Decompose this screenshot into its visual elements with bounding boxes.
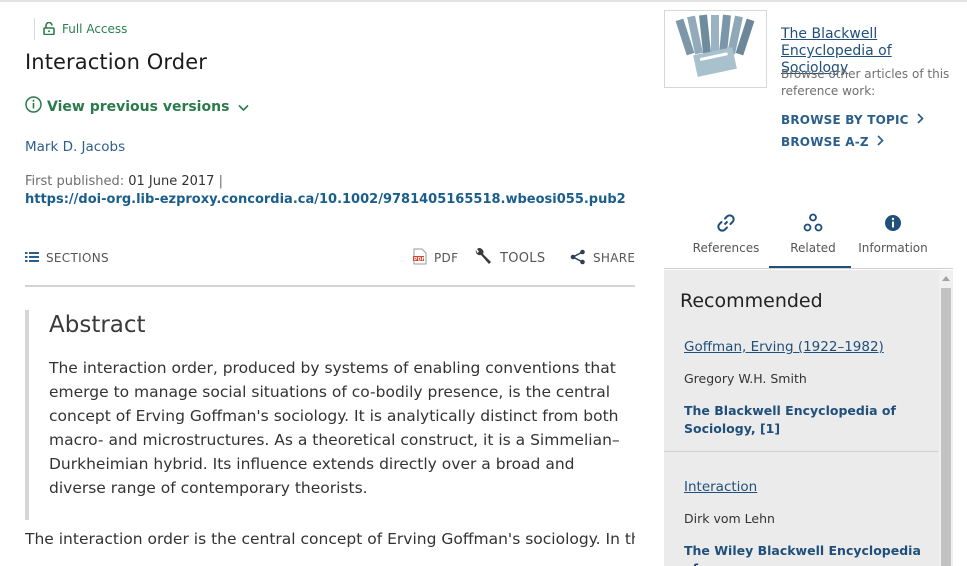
related-nodes-icon [768, 213, 858, 233]
book-cover-image[interactable] [664, 10, 767, 88]
first-published-label: First published: [25, 174, 125, 189]
first-published-date: 01 June 2017 [128, 174, 215, 189]
article-title: Interaction Order [25, 50, 207, 74]
recommended-author: Gregory W.H. Smith [684, 371, 807, 386]
sections-button[interactable]: SECTIONS [25, 246, 109, 270]
tab-information-label: Information [858, 241, 928, 255]
access-label: Full Access [62, 22, 128, 36]
info-icon [848, 213, 938, 233]
pdf-button[interactable]: PDF PDF [413, 246, 458, 270]
abstract-section: Abstract The interaction order, produced… [25, 310, 635, 520]
chevron-right-icon [909, 113, 924, 127]
tab-references[interactable]: References [681, 207, 771, 267]
view-previous-versions-button[interactable]: View previous versions [25, 96, 249, 117]
share-label: SHARE [593, 251, 636, 265]
versions-label: View previous versions [47, 98, 230, 115]
svg-text:PDF: PDF [414, 256, 425, 262]
abstract-body: The interaction order, produced by syste… [49, 359, 620, 497]
list-item: Goffman, Erving (1922–1982) Gregory W.H.… [684, 336, 924, 438]
recommended-title-link[interactable]: Interaction [684, 479, 757, 495]
article-body-text: The interaction order is the central con… [25, 530, 635, 548]
chevron-right-icon [869, 135, 884, 149]
info-icon [25, 96, 42, 117]
recommended-scrollbar[interactable] [939, 270, 953, 566]
pdf-label: PDF [434, 251, 459, 265]
separator: | [218, 174, 223, 189]
share-button[interactable]: SHARE [570, 246, 635, 270]
browse-by-topic-label: BROWSE BY TOPIC [781, 113, 909, 127]
recommended-divider [664, 451, 939, 452]
browse-a-z-label: BROWSE A-Z [781, 135, 869, 149]
link-icon [681, 213, 771, 233]
tabs-divider [664, 268, 953, 269]
browse-by-topic-link[interactable]: BROWSE BY TOPIC [781, 113, 924, 127]
tab-information[interactable]: Information [848, 207, 938, 267]
list-item: Interaction Dirk vom Lehn The Wiley Blac… [684, 476, 924, 566]
sidebar-tabs: References Related Information [664, 207, 953, 269]
list-icon [25, 251, 46, 266]
unlock-icon [43, 20, 55, 39]
access-badge: Full Access [34, 18, 127, 40]
top-border [0, 0, 967, 2]
toolbar-divider [25, 285, 635, 287]
article-toolbar: SECTIONS PDF PDF TOOLS SHARE [25, 246, 635, 270]
tab-related-label: Related [790, 241, 836, 255]
chevron-down-icon [229, 97, 249, 116]
author-link[interactable]: Mark D. Jacobs [25, 139, 125, 155]
recommended-source[interactable]: The Blackwell Encyclopedia of Sociology,… [684, 402, 924, 438]
scrollbar-thumb[interactable] [941, 288, 951, 566]
browse-a-z-link[interactable]: BROWSE A-Z [781, 135, 884, 149]
tab-related[interactable]: Related [768, 207, 858, 267]
wrench-icon [473, 247, 500, 269]
sections-label: SECTIONS [46, 251, 109, 265]
publication-info: First published: 01 June 2017 | [25, 174, 223, 189]
recommended-panel: Recommended Goffman, Erving (1922–1982) … [664, 270, 939, 566]
pdf-icon: PDF [413, 248, 434, 268]
tab-references-label: References [692, 241, 760, 255]
recommended-source[interactable]: The Wiley Blackwell Encyclopedia of [684, 542, 924, 566]
scroll-up-arrow-icon[interactable] [942, 276, 950, 281]
tools-button[interactable]: TOOLS [473, 246, 545, 270]
abstract-heading: Abstract [49, 312, 146, 338]
recommended-author: Dirk vom Lehn [684, 511, 775, 526]
reference-work-description: Browse other articles of this reference … [781, 67, 950, 98]
recommended-heading: Recommended [680, 290, 823, 312]
recommended-title-link[interactable]: Goffman, Erving (1922–1982) [684, 339, 884, 355]
share-icon [570, 249, 593, 268]
doi-link[interactable]: https://doi-org.lib-ezproxy.concordia.ca… [25, 192, 626, 207]
tools-label: TOOLS [500, 250, 546, 266]
